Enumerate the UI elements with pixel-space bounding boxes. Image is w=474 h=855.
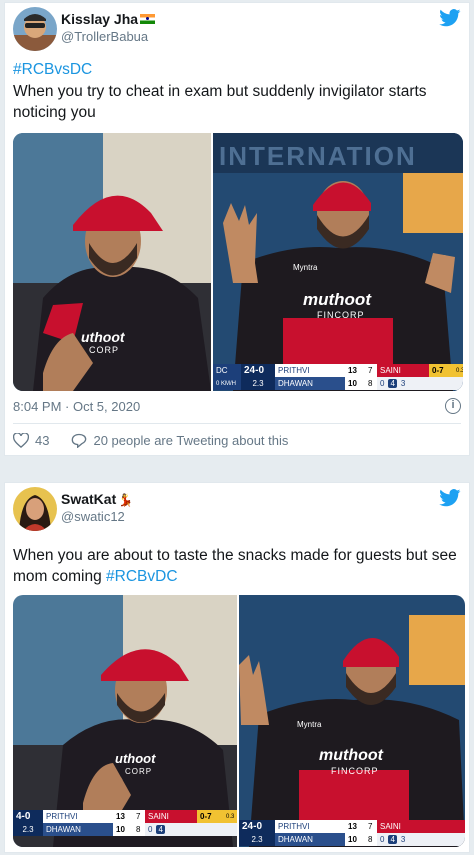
batter1-runs: 13 <box>345 364 365 377</box>
ball-dot: 0 <box>148 825 153 834</box>
ball-four: 4 <box>156 825 165 834</box>
tweet-actions: 43 20 people are Tweeting about this <box>13 433 288 448</box>
batter2-balls: 8 <box>133 823 145 836</box>
dancer-emoji-icon: 💃 <box>118 493 134 507</box>
batter1-name: PRITHVI <box>43 810 113 823</box>
hashtag-link[interactable]: #RCBvDC <box>106 568 177 585</box>
batter2-runs: 10 <box>345 377 365 390</box>
jersey-sponsor-sub-partial: CORP <box>125 767 153 776</box>
twitter-bird-icon[interactable] <box>439 489 461 507</box>
heart-icon[interactable] <box>13 433 29 448</box>
tweet-timestamp[interactable]: 8:04 PM · Oct 5, 2020 <box>13 399 140 414</box>
jersey-brand: Myntra <box>297 720 322 729</box>
scoreboard-overs: 2.3 <box>241 377 275 390</box>
jersey-sponsor-partial: uthoot <box>115 751 156 766</box>
batter1-balls: 7 <box>365 364 377 377</box>
scoreboard-score: 24-0 <box>239 820 275 833</box>
batter2-name: DHAWAN <box>275 833 345 846</box>
bowler-figures: 0-7 <box>429 364 453 377</box>
jersey-sponsor-partial: uthoot <box>81 329 125 345</box>
scoreboard-left: 4-0 PRITHVI 13 7 SAINI 0-7 0.3 2.3 DHAWA… <box>13 809 237 837</box>
ball-four: 4 <box>388 835 397 844</box>
batter2-runs: 10 <box>345 833 365 846</box>
scoreboard-right: 24-0 PRITHVI 13 7 SAINI 2.3 DHAWAN 10 8 … <box>239 819 465 847</box>
info-icon[interactable]: i <box>445 398 461 414</box>
india-flag-icon <box>140 14 156 24</box>
avatar[interactable] <box>13 7 57 51</box>
ball-three: 3 <box>400 835 406 844</box>
scoreboard-overs: 2.3 <box>239 833 275 846</box>
this-over-balls: 0 4 3 <box>377 377 463 390</box>
ball-dot: 0 <box>380 379 385 388</box>
batter2-balls: 8 <box>365 833 377 846</box>
batter2-balls: 8 <box>365 377 377 390</box>
username[interactable]: @swatic12 <box>61 509 125 524</box>
background-signage: INTERNATION <box>219 141 417 171</box>
ball-dot: 0 <box>380 835 385 844</box>
bowler-overs: 0.3 <box>453 364 463 377</box>
media-photo-left[interactable]: uthoot CORP <box>13 133 211 391</box>
tweet-card-2[interactable]: SwatKat 💃 @swatic12 When you are about to… <box>4 482 470 853</box>
bowler-figures: 0-7 <box>197 810 223 823</box>
jersey-sponsor-sub-partial: CORP <box>89 345 120 355</box>
scoreboard-score: 4-0 <box>13 810 43 823</box>
tweet-text: When you are about to taste the snacks m… <box>13 545 465 587</box>
scoreboard-overs: 2.3 <box>13 823 43 836</box>
bowler-name: SAINI <box>377 364 429 377</box>
jersey-sponsor-sub: FINCORP <box>317 310 365 320</box>
media-photo-right[interactable]: Myntra muthoot FINCORP 24-0 PRITHVI 13 7… <box>239 595 465 847</box>
hashtag-link[interactable]: #RCBvsDC <box>13 61 92 78</box>
bowler-name: SAINI <box>377 820 465 833</box>
tweet-media[interactable]: uthoot CORP INTERNATION Myntra muthoot F… <box>13 133 463 391</box>
bowler-name: SAINI <box>145 810 197 823</box>
jersey-sponsor: muthoot <box>303 290 371 309</box>
jersey-brand: Myntra <box>293 263 318 272</box>
ball-speed: 0 KM/H <box>213 377 241 390</box>
scoreboard: DC 24-0 PRITHVI 13 7 SAINI 0-7 0.3 0 KM/… <box>213 363 463 391</box>
bowler-overs: 0.3 <box>223 810 237 823</box>
ball-four: 4 <box>388 379 397 388</box>
batter2-name: DHAWAN <box>43 823 113 836</box>
tweeting-about-link[interactable]: 20 people are Tweeting about this <box>93 433 288 448</box>
hashtag-line[interactable]: #RCBvsDC <box>13 59 92 80</box>
scoreboard-score: 24-0 <box>241 364 275 377</box>
scoreboard-team: DC <box>213 364 241 377</box>
display-name-text[interactable]: Kisslay Jha <box>61 11 138 27</box>
username[interactable]: @TrollerBabua <box>61 29 148 44</box>
jersey-sponsor: muthoot <box>319 747 383 764</box>
batter1-runs: 13 <box>345 820 365 833</box>
media-photo-left[interactable]: uthoot CORP 4-0 PRITHVI 13 7 SAINI 0-7 0… <box>13 595 237 847</box>
media-photo-right[interactable]: INTERNATION Myntra muthoot FINCORP DC 24… <box>213 133 463 391</box>
ball-three: 3 <box>400 379 406 388</box>
jersey-sponsor-sub: FINCORP <box>331 766 379 776</box>
batter2-name: DHAWAN <box>275 377 345 390</box>
display-name-text[interactable]: SwatKat <box>61 491 116 507</box>
tweet-text: When you try to cheat in exam but sudden… <box>13 83 427 121</box>
divider <box>13 423 461 424</box>
batter1-name: PRITHVI <box>275 364 345 377</box>
this-over-balls: 0 4 <box>145 823 237 836</box>
display-name[interactable]: SwatKat 💃 <box>61 491 133 507</box>
batter2-runs: 10 <box>113 823 133 836</box>
avatar[interactable] <box>13 487 57 531</box>
reply-icon[interactable] <box>71 433 87 448</box>
batter1-balls: 7 <box>133 810 145 823</box>
this-over-balls: 0 4 3 <box>377 833 465 846</box>
batter1-runs: 13 <box>113 810 133 823</box>
twitter-bird-icon[interactable] <box>439 9 461 27</box>
display-name[interactable]: Kisslay Jha <box>61 11 156 27</box>
like-count[interactable]: 43 <box>35 433 49 448</box>
tweet-media[interactable]: uthoot CORP 4-0 PRITHVI 13 7 SAINI 0-7 0… <box>13 595 465 847</box>
tweet-text-body: When you are about to taste the snacks m… <box>13 547 457 585</box>
batter1-name: PRITHVI <box>275 820 345 833</box>
batter1-balls: 7 <box>365 820 377 833</box>
tweet-card-1[interactable]: Kisslay Jha @TrollerBabua #RCBvsDC When … <box>4 2 470 456</box>
